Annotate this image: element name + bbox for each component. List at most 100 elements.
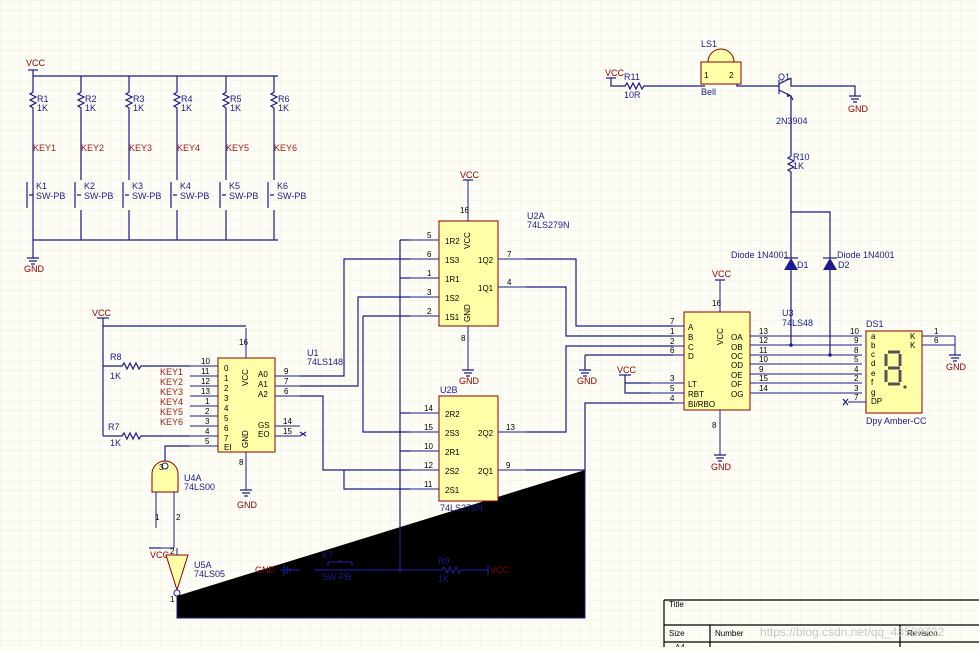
u1-pin7: 7 — [284, 377, 289, 386]
u1-pin5: 5 — [205, 437, 210, 446]
d1-designator: D1 — [797, 260, 809, 270]
key6-net: KEY6 — [274, 143, 297, 153]
number-label: Number — [715, 629, 744, 638]
u2a-pin5: 5 — [427, 231, 432, 240]
u2a-pin4: 4 — [507, 278, 512, 287]
ds1-pin6: 6 — [934, 336, 939, 345]
u1-pin12: 12 — [201, 377, 210, 386]
u1-in0: 0 — [224, 364, 229, 373]
u1-a2: A2 — [258, 390, 268, 399]
k5-designator: K5 — [229, 181, 240, 191]
u3-rbt: RBT — [688, 390, 704, 399]
k4-designator: K4 — [180, 181, 191, 191]
u1-pin6: 6 — [284, 387, 289, 396]
size-value: A4 — [675, 643, 685, 647]
u3-oc: OC — [731, 352, 743, 361]
u2b-2s2: 2S2 — [445, 467, 460, 476]
u3-lt: LT — [688, 380, 697, 389]
u4a-part: 74LS00 — [184, 482, 215, 492]
u1-pin11: 11 — [201, 367, 210, 376]
r6-value: 1K — [278, 103, 289, 113]
u1-gs: GS — [258, 421, 270, 430]
ds1-k1: K — [910, 332, 916, 341]
u3-pin4: 4 — [670, 394, 675, 403]
ds1-designator: DS1 — [866, 319, 884, 329]
ds1-c: c — [871, 350, 875, 359]
u1-pin4: 4 — [205, 427, 210, 436]
u1-pin15: 15 — [283, 427, 292, 436]
u2b-pin15: 15 — [424, 423, 433, 432]
ls1-pin2: 2 — [729, 71, 734, 80]
ds1-pin8: 8 — [854, 346, 859, 355]
u3-pin6: 6 — [670, 346, 675, 355]
u1-eo: EO — [258, 430, 270, 439]
u1-pin14: 14 — [283, 417, 292, 426]
u3-od: OD — [731, 361, 743, 370]
r11-value: 10R — [624, 90, 641, 100]
ds1-dp: DP — [871, 397, 882, 406]
u1-pin8: 8 — [239, 458, 244, 467]
size-label: Size — [669, 629, 685, 638]
r2-value: 1K — [85, 103, 96, 113]
u2a-1r1: 1R1 — [445, 275, 460, 284]
ds1-pin2: 2 — [854, 374, 859, 383]
u1-a1: A1 — [258, 380, 268, 389]
schematic-sheet: VCC GND R1 1K KEY1 K1 SW-PB R2 1K KEY2 K… — [0, 0, 979, 652]
u3-pin12: 12 — [759, 336, 768, 345]
u2b-part: 74LS279N — [440, 503, 483, 513]
u1-vcc-net: VCC — [92, 308, 112, 318]
d1-part: Diode 1N4001 — [731, 250, 789, 260]
u2a-1s2: 1S2 — [445, 294, 460, 303]
u2a-part: 74LS279N — [527, 220, 570, 230]
u2b-2r2: 2R2 — [445, 410, 460, 419]
title-label: Title — [669, 600, 684, 609]
u1-in5: 5 — [224, 414, 229, 423]
q1-designator: Q1 — [778, 72, 790, 82]
u1-key1-net: KEY1 — [160, 367, 183, 377]
k3-value: SW-PB — [132, 191, 161, 201]
u3-vcc-net: VCC — [712, 269, 732, 279]
u2a-1s3: 1S3 — [445, 256, 460, 265]
u3-ob: OB — [731, 343, 743, 352]
u2b-pin14: 14 — [424, 404, 433, 413]
key4-net: KEY4 — [177, 143, 200, 153]
u3-pin13: 13 — [759, 327, 768, 336]
key1-net: KEY1 — [33, 143, 56, 153]
u3-pin1: 1 — [670, 327, 675, 336]
k2-value: SW-PB — [84, 191, 113, 201]
u2a-1s1: 1S1 — [445, 313, 460, 322]
u2a-1q1: 1Q1 — [478, 284, 494, 293]
u3-og: OG — [731, 390, 743, 399]
r11-vcc-net: VCC — [605, 68, 625, 78]
u2a-pin2: 2 — [427, 307, 432, 316]
q1-gnd-net: GND — [848, 104, 869, 114]
u3-pin10: 10 — [759, 355, 768, 364]
u1-key3-net: KEY3 — [160, 387, 183, 397]
vcc-label: VCC — [26, 58, 46, 68]
ds1-k2: K — [910, 341, 916, 350]
u3-pin3: 3 — [670, 374, 675, 383]
r7-value: 1K — [110, 438, 121, 448]
u1-in7: 7 — [224, 434, 229, 443]
u2a-1q2: 1Q2 — [478, 256, 494, 265]
u3-of: OF — [731, 380, 742, 389]
k2-designator: K2 — [84, 181, 95, 191]
k4-value: SW-PB — [180, 191, 209, 201]
u2b-pin12: 12 — [424, 461, 433, 470]
u3-a: A — [688, 323, 694, 332]
u3-pin14: 14 — [759, 384, 768, 393]
u1-key5-net: KEY5 — [160, 407, 183, 417]
schematic-canvas: VCC GND R1 1K KEY1 K1 SW-PB R2 1K KEY2 K… — [0, 0, 979, 652]
u2a-gnd: GND — [463, 304, 472, 322]
u2a-pin16: 16 — [460, 206, 469, 215]
u3-part: 74LS48 — [782, 318, 813, 328]
ds1-g: g — [871, 388, 875, 397]
ds1-pin10: 10 — [850, 327, 859, 336]
u1-gnd-net: GND — [237, 500, 258, 510]
u5a-pin1: 1 — [170, 595, 175, 604]
gnd-label: GND — [24, 264, 45, 274]
r4-value: 1K — [181, 103, 192, 113]
u2b-pin13: 13 — [506, 423, 515, 432]
k7-gnd-net: GND — [255, 565, 276, 575]
u1-part: 74LS148 — [307, 357, 343, 367]
